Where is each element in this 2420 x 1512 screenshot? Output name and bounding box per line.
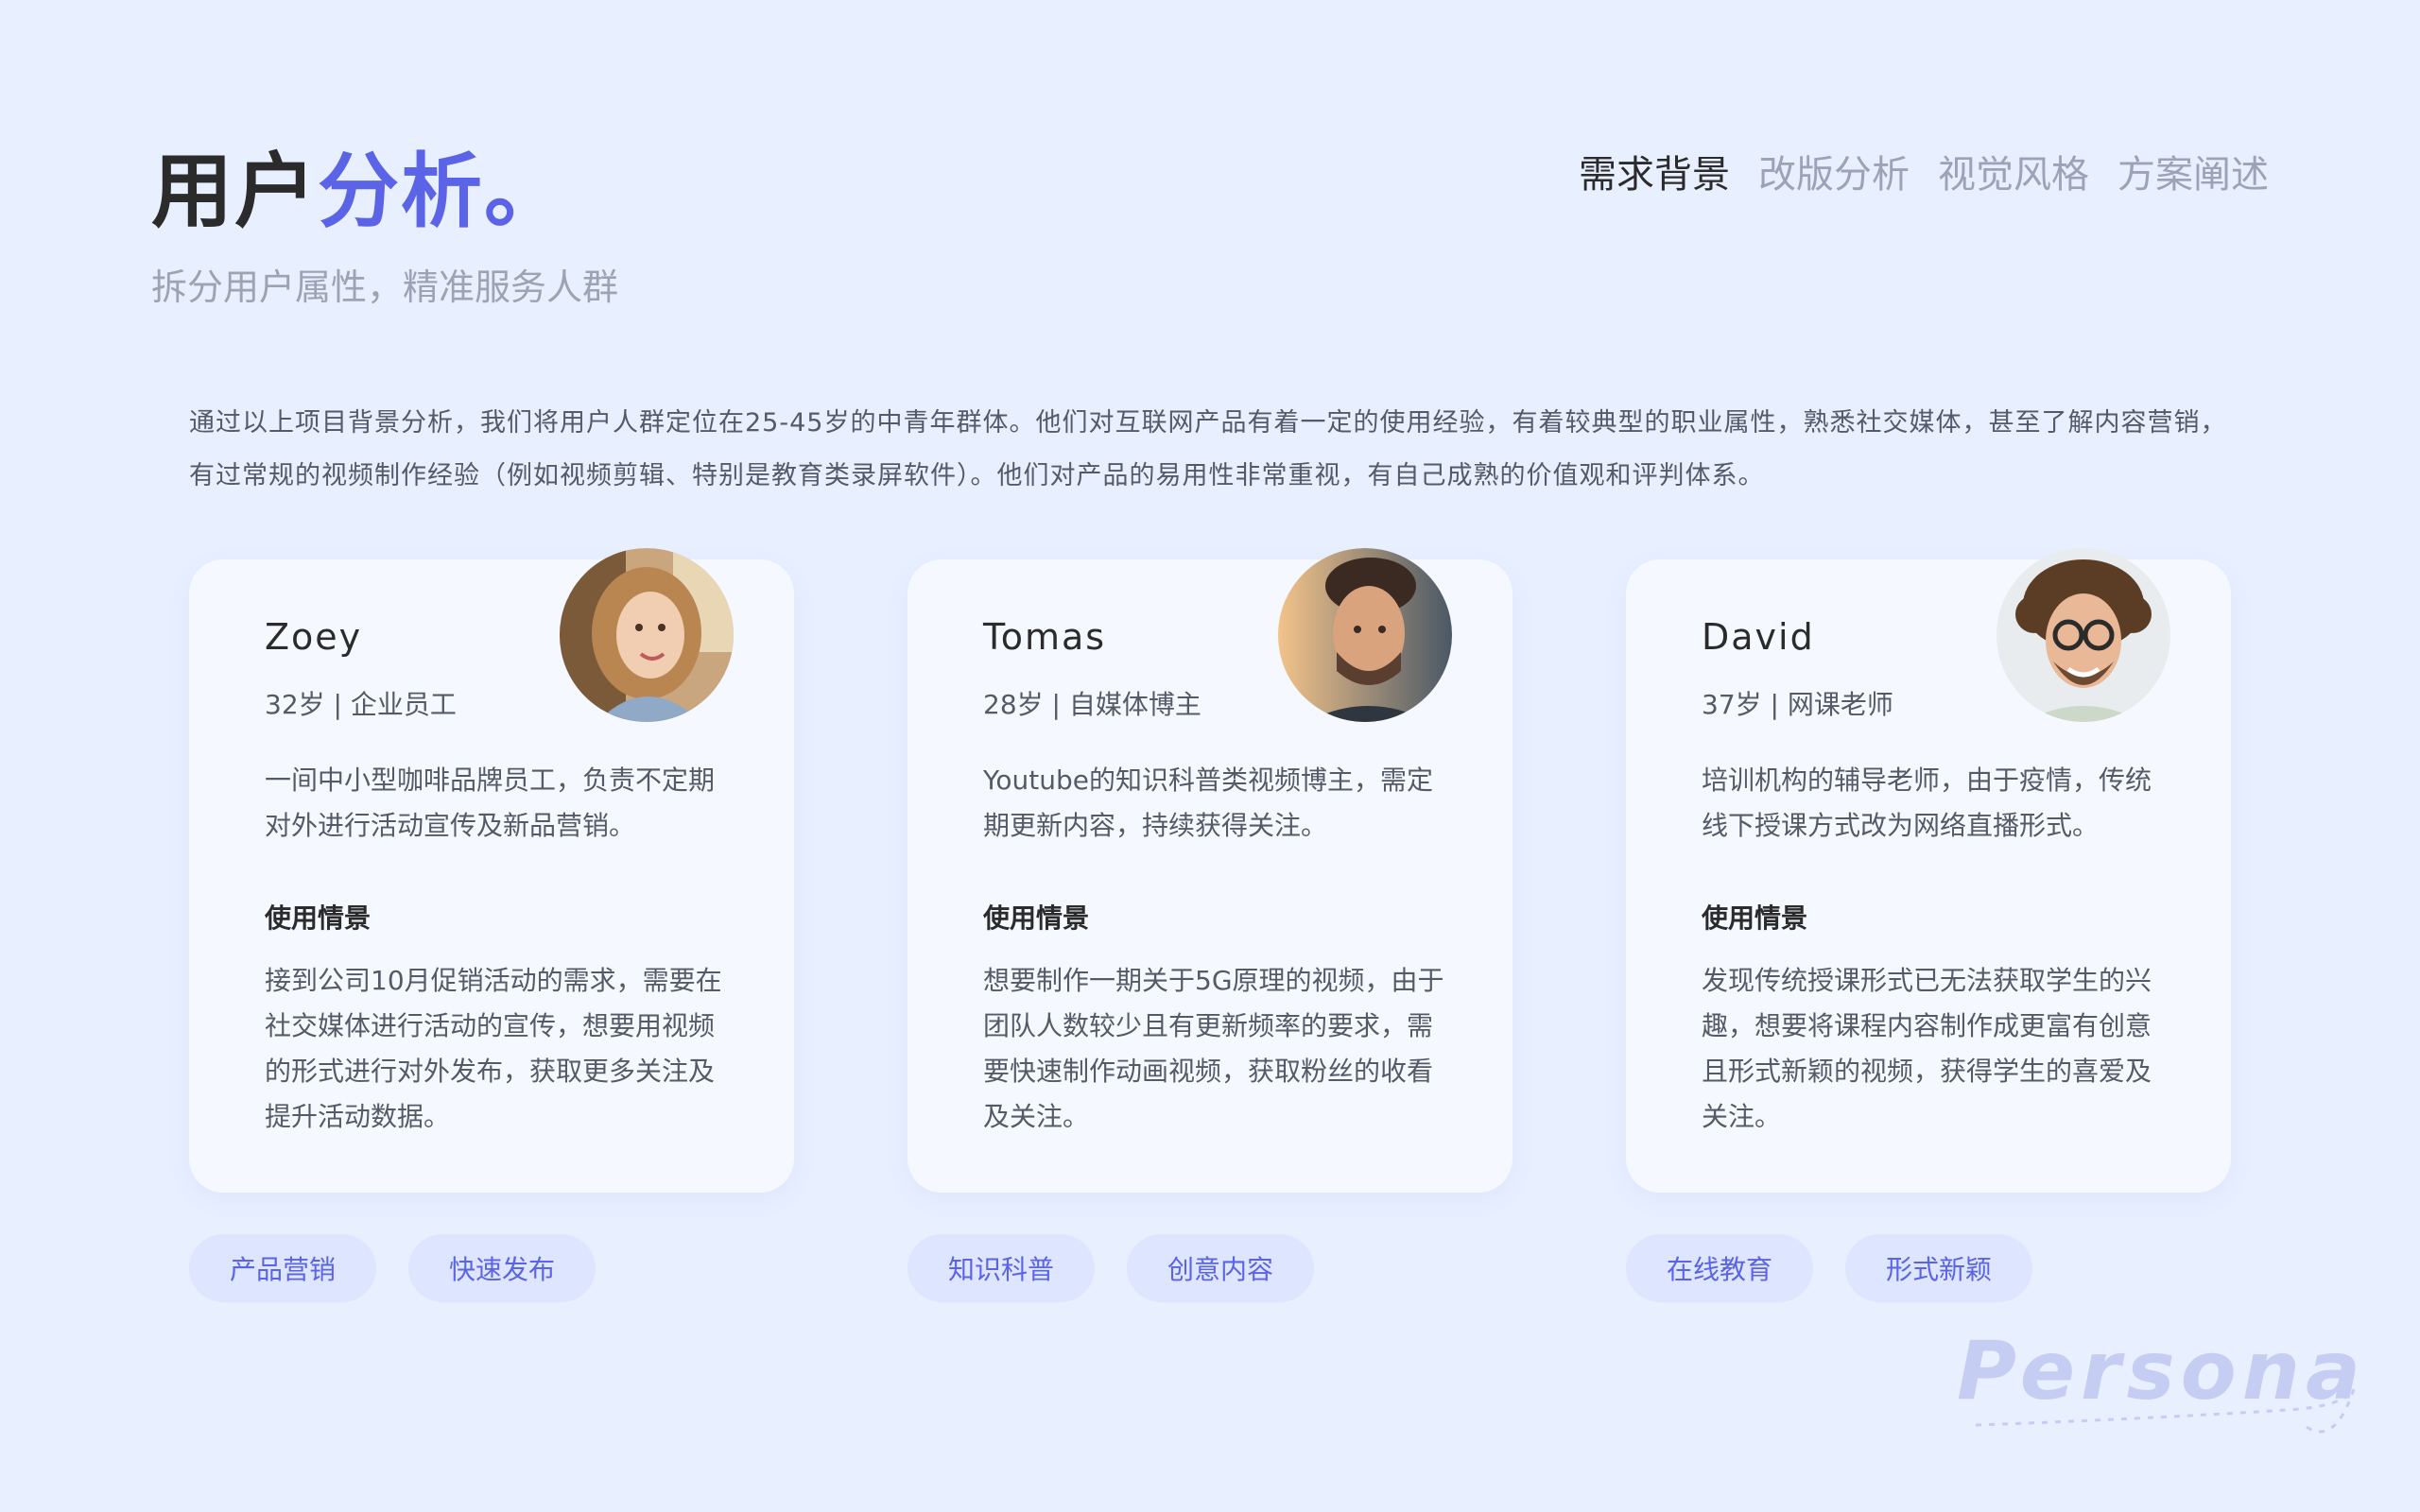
intro-paragraph: 通过以上项目背景分析，我们将用户人群定位在25-45岁的中青年群体。他们对互联网… — [189, 408, 2227, 490]
page-title-part2: 分析。 — [318, 145, 567, 239]
tag-online-education[interactable]: 在线教育 — [1626, 1234, 1813, 1302]
tab-visual-style[interactable]: 视觉风格 — [1938, 156, 2089, 194]
persona-card-tomas: Tomas 28岁 | 自媒体博主 Youtube的知识科普类视频博主，需定期更… — [908, 548, 1512, 1193]
persona-watermark: Persona — [1957, 1324, 2363, 1434]
persona-description: 一间中小型咖啡品牌员工，负责不定期对外进行活动宣传及新品营销。 — [265, 765, 716, 841]
page-title: 用户分析。 — [151, 151, 567, 232]
persona-name: David — [1702, 616, 1815, 658]
persona-card-david: David 37岁 | 网课老师 培训机构的辅导老师，由于疫情，传统线下授课方式… — [1626, 548, 2231, 1193]
page-title-part1: 用户 — [151, 145, 318, 239]
scene-text: 想要制作一期关于5G原理的视频，由于团队人数较少且有更新频率的要求，需要快速制作… — [983, 965, 1444, 1132]
persona-name: Tomas — [983, 616, 1107, 658]
persona-meta: 32岁 | 企业员工 — [265, 689, 457, 720]
avatar-david — [1996, 548, 2170, 722]
persona-description: 培训机构的辅导老师，由于疫情，传统线下授课方式改为网络直播形式。 — [1702, 765, 2152, 841]
page-subtitle: 拆分用户属性，精准服务人群 — [151, 266, 619, 308]
tab-requirement-background[interactable]: 需求背景 — [1579, 156, 1730, 194]
scene-title: 使用情景 — [265, 902, 372, 934]
persona-description: Youtube的知识科普类视频博主，需定期更新内容，持续获得关注。 — [983, 765, 1433, 841]
persona-meta: 28岁 | 自媒体博主 — [983, 689, 1201, 720]
tag-group-zoey: 产品营销 快速发布 — [189, 1234, 596, 1302]
tag-product-marketing[interactable]: 产品营销 — [189, 1234, 376, 1302]
scene-title: 使用情景 — [983, 902, 1090, 934]
scene-text: 发现传统授课形式已无法获取学生的兴趣，想要将课程内容制作成更富有创意且形式新颖的… — [1702, 965, 2152, 1132]
tag-creative-content[interactable]: 创意内容 — [1127, 1234, 1314, 1302]
tag-group-tomas: 知识科普 创意内容 — [908, 1234, 1314, 1302]
persona-card-zoey: Zoey 32岁 | 企业员工 一间中小型咖啡品牌员工，负责不定期对外进行活动宣… — [189, 548, 794, 1193]
tab-redesign-analysis[interactable]: 改版分析 — [1758, 156, 1910, 194]
user-analysis-slide: 用户分析。 拆分用户属性，精准服务人群 需求背景 改版分析 视觉风格 方案阐述 … — [0, 0, 2420, 1512]
tag-science-knowledge[interactable]: 知识科普 — [908, 1234, 1095, 1302]
tag-novel-format[interactable]: 形式新颖 — [1845, 1234, 2032, 1302]
tag-group-david: 在线教育 形式新颖 — [1626, 1234, 2032, 1302]
watermark-text: Persona — [1957, 1324, 2363, 1418]
tag-quick-publish[interactable]: 快速发布 — [408, 1234, 596, 1302]
tab-solution[interactable]: 方案阐述 — [2118, 156, 2269, 194]
persona-meta: 37岁 | 网课老师 — [1702, 689, 1893, 720]
scene-title: 使用情景 — [1702, 902, 1808, 934]
persona-name: Zoey — [265, 616, 363, 658]
avatar-tomas — [1278, 548, 1452, 722]
section-nav: 需求背景 改版分析 视觉风格 方案阐述 — [1579, 156, 2269, 194]
scene-text: 接到公司10月促销活动的需求，需要在社交媒体进行活动的宣传，想要用视频的形式进行… — [265, 965, 722, 1132]
avatar-zoey — [560, 548, 734, 722]
